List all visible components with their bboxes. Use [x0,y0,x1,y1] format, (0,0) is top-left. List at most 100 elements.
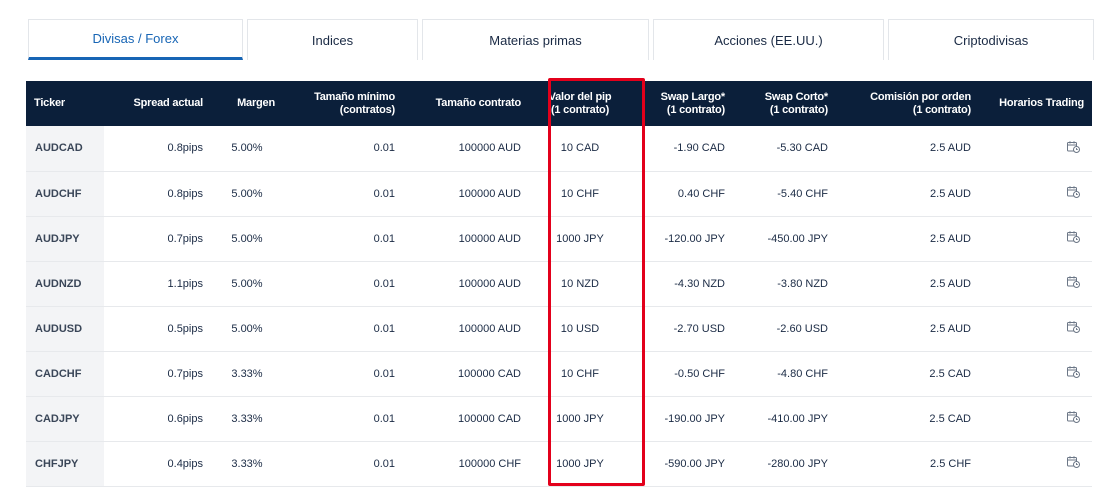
table-row: AUDCHF 0.8pips 5.00% 0.01 100000 AUD 10 … [26,171,1092,216]
swap-short-cell: -5.30 CAD [776,142,828,155]
min-size-cell: 0.01 [373,187,395,200]
header-spread: Spread actual [133,97,203,109]
swap-long-cell: -1.90 CAD [673,142,725,155]
header-swap-long-line2: (1 contrato) [666,103,725,116]
contract-size-cell: 100000 AUD [458,187,521,200]
spread-cell: 0.8pips [167,142,203,155]
tab-forex[interactable]: Divisas / Forex [28,19,243,60]
pip-value-cell: 1000 JPY [556,412,604,425]
margin-cell: 5.00% [231,322,263,335]
commission-cell: 2.5 AUD [930,142,971,155]
calendar-clock-icon[interactable] [1067,141,1080,153]
swap-long-cell: -120.00 JPY [664,232,725,245]
header-swap-long-line1: Swap Largo* [660,90,726,103]
spread-cell: 0.7pips [167,232,203,245]
trading-hours-cell [979,351,1092,396]
margin-cell: 5.00% [231,187,263,200]
header-min-size: Tamaño mínimo (contratos) [283,81,403,126]
trading-hours-cell [979,441,1092,486]
header-contract-size: Tamaño contrato [435,97,522,109]
contract-size-cell: 100000 CAD [458,367,521,380]
min-size-cell: 0.01 [373,457,395,470]
table-row: AUDUSD 0.5pips 5.00% 0.01 100000 AUD 10 … [26,306,1092,351]
header-min-size-line1: Tamaño mínimo [314,90,395,103]
swap-short-cell: -4.80 CHF [777,367,828,380]
commission-cell: 2.5 AUD [930,232,971,245]
table-row: AUDCAD 0.8pips 5.00% 0.01 100000 AUD 10 … [26,126,1092,171]
margin-cell: 3.33% [231,367,263,380]
calendar-clock-icon[interactable] [1067,411,1080,423]
pip-value-cell: 1000 JPY [556,457,604,470]
table-row: CADJPY 0.6pips 3.33% 0.01 100000 CAD 100… [26,396,1092,441]
header-commission: Comisión por orden (1 contrato) [836,81,979,126]
header-pip-value-line2: (1 contrato) [550,103,610,116]
swap-long-cell: -590.00 JPY [664,457,725,470]
calendar-clock-icon[interactable] [1067,186,1080,198]
table-body: AUDCAD 0.8pips 5.00% 0.01 100000 AUD 10 … [26,126,1092,486]
swap-long-cell: -0.50 CHF [674,367,725,380]
table-header-row: Ticker Spread actual Margen Tamaño mínim… [26,81,1092,126]
spread-cell: 0.7pips [167,367,203,380]
trading-hours-cell [979,216,1092,261]
table-row: AUDJPY 0.7pips 5.00% 0.01 100000 AUD 100… [26,216,1092,261]
trading-hours-cell [979,261,1092,306]
header-pip-value: Valor del pip (1 contrato) [529,81,631,126]
spread-cell: 0.5pips [167,322,203,335]
commission-cell: 2.5 CHF [930,457,971,470]
calendar-clock-icon[interactable] [1067,231,1080,243]
tab-crypto[interactable]: Criptodivisas [888,19,1094,60]
tab-us-stocks[interactable]: Acciones (EE.UU.) [653,19,884,60]
spread-cell: 0.6pips [167,412,203,425]
header-ticker: Ticker [34,97,66,109]
swap-short-cell: -410.00 JPY [767,412,828,425]
contract-size-cell: 100000 CHF [458,457,521,470]
header-swap-long: Swap Largo* (1 contrato) [631,81,733,126]
contract-size-cell: 100000 AUD [458,142,521,155]
min-size-cell: 0.01 [373,277,395,290]
swap-long-cell: -2.70 USD [673,322,725,335]
trading-conditions-table: Ticker Spread actual Margen Tamaño mínim… [26,81,1092,487]
min-size-cell: 0.01 [373,322,395,335]
tab-indices[interactable]: Indices [247,19,418,60]
contract-size-cell: 100000 AUD [458,322,521,335]
ticker-cell: AUDJPY [26,216,104,261]
contract-size-cell: 100000 AUD [458,277,521,290]
trading-hours-cell [979,171,1092,216]
contract-size-cell: 100000 AUD [458,232,521,245]
swap-long-cell: 0.40 CHF [677,187,725,200]
contract-size-cell: 100000 CAD [458,412,521,425]
header-margin: Margen [237,97,275,109]
pip-value-cell: 1000 JPY [556,232,604,245]
margin-cell: 3.33% [231,457,263,470]
header-commission-line1: Comisión por orden [870,90,971,103]
swap-short-cell: -2.60 USD [776,322,828,335]
calendar-clock-icon[interactable] [1067,456,1080,468]
margin-cell: 5.00% [231,277,263,290]
header-trading-hours: Horarios Trading [999,97,1084,109]
commission-cell: 2.5 AUD [930,187,971,200]
swap-short-cell: -450.00 JPY [767,232,828,245]
ticker-cell: AUDCHF [26,171,104,216]
spread-cell: 1.1pips [167,277,203,290]
calendar-clock-icon[interactable] [1067,276,1080,288]
swap-short-cell: -3.80 NZD [777,277,828,290]
header-pip-value-line1: Valor del pip [548,90,612,103]
commission-cell: 2.5 AUD [930,277,971,290]
trading-hours-cell [979,396,1092,441]
calendar-clock-icon[interactable] [1067,366,1080,378]
min-size-cell: 0.01 [373,232,395,245]
tab-commodities[interactable]: Materias primas [422,19,649,60]
swap-long-cell: -4.30 NZD [674,277,725,290]
header-swap-short: Swap Corto* (1 contrato) [733,81,836,126]
trading-hours-cell [979,306,1092,351]
table-row: AUDNZD 1.1pips 5.00% 0.01 100000 AUD 10 … [26,261,1092,306]
table-row: CHFJPY 0.4pips 3.33% 0.01 100000 CHF 100… [26,441,1092,486]
margin-cell: 3.33% [231,412,263,425]
pip-value-cell: 10 NZD [561,277,599,290]
header-min-size-line2: (contratos) [339,103,395,116]
calendar-clock-icon[interactable] [1067,321,1080,333]
min-size-cell: 0.01 [373,367,395,380]
swap-long-cell: -190.00 JPY [664,412,725,425]
margin-cell: 5.00% [231,142,263,155]
spread-cell: 0.8pips [167,187,203,200]
